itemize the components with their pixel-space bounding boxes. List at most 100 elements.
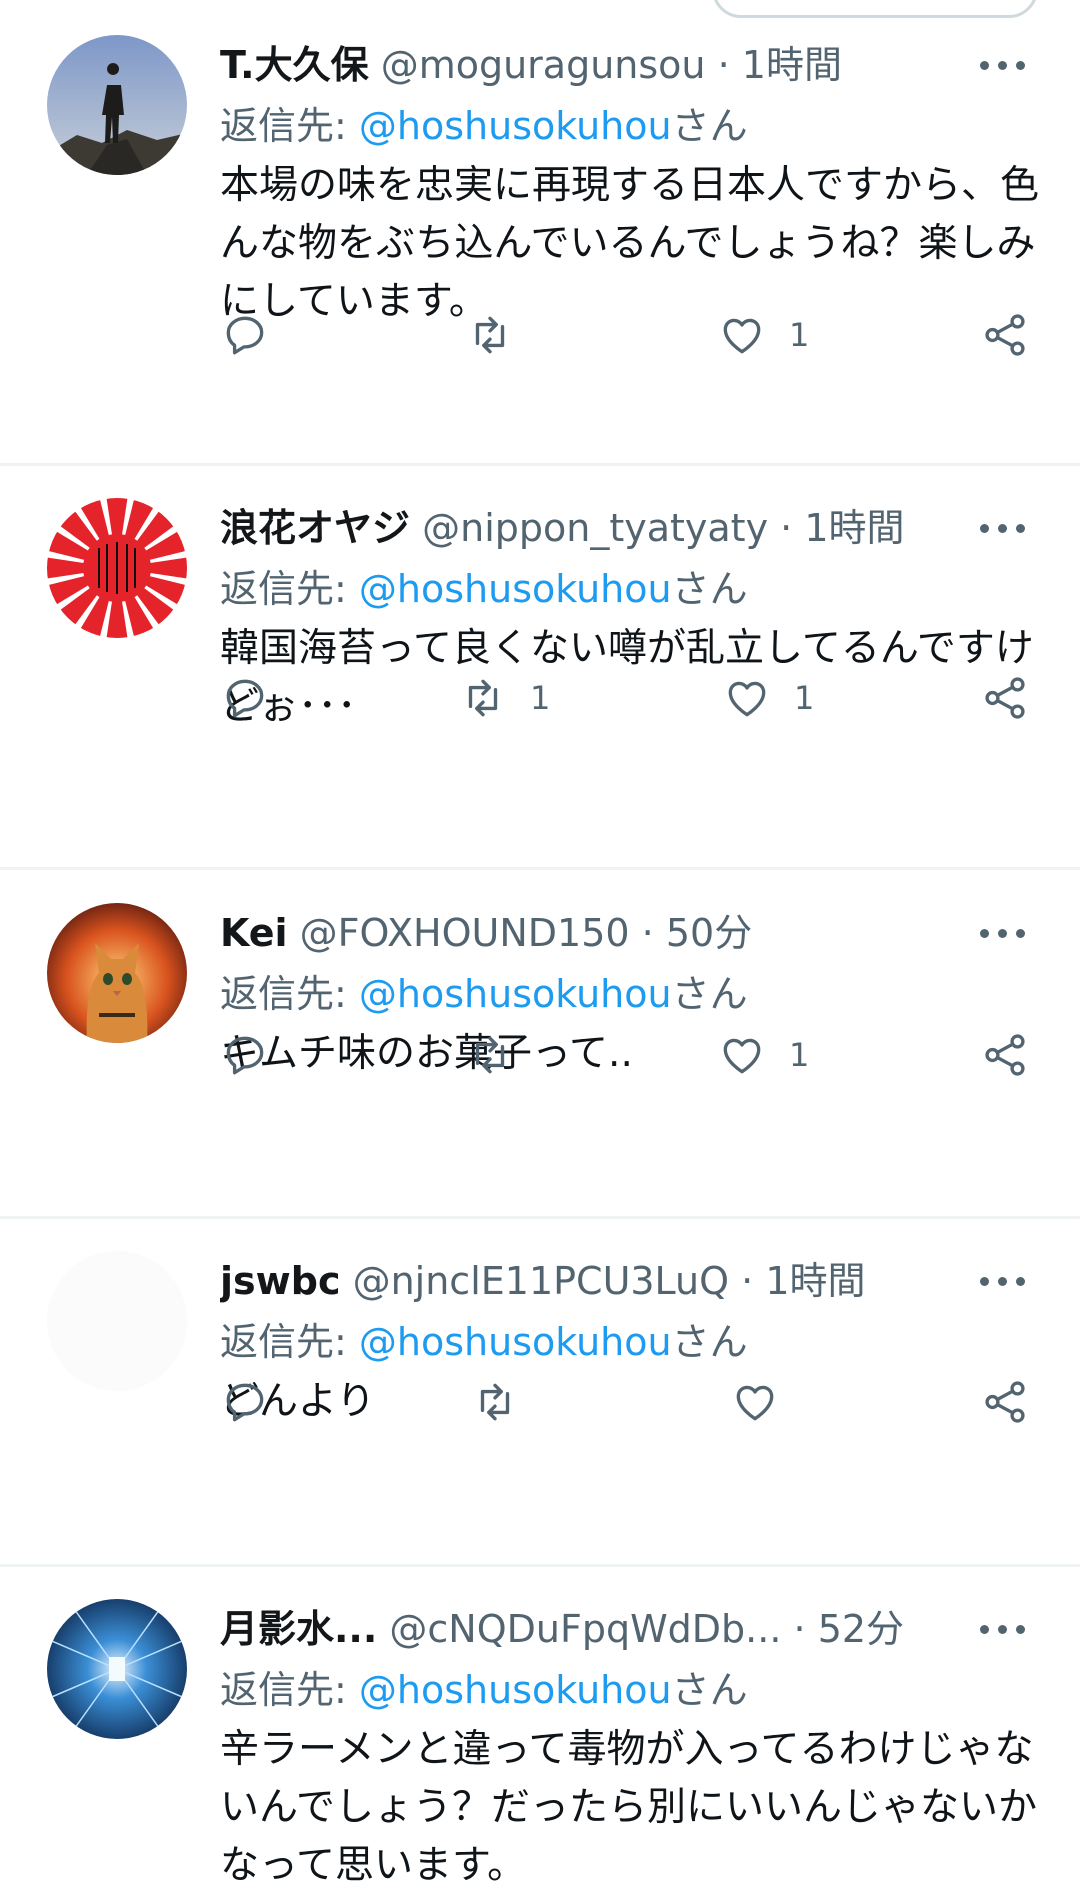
- reply-icon: [226, 316, 264, 355]
- reply-to-prefix: 返信先:: [220, 104, 359, 148]
- reply-button[interactable]: [220, 1372, 292, 1432]
- divider: [0, 1216, 1080, 1219]
- like-count: 1: [789, 316, 810, 354]
- reply-to-prefix: 返信先:: [220, 1668, 359, 1712]
- tweet-actions: 1: [220, 1025, 1040, 1085]
- avatar[interactable]: [47, 1251, 187, 1391]
- separator-dot: ·: [793, 1607, 806, 1651]
- tweet-header: Kei @FOXHOUND150 · 50分: [220, 903, 980, 963]
- avatar[interactable]: [47, 1599, 187, 1739]
- retweet-count: 1: [530, 679, 551, 717]
- reply-button[interactable]: [220, 1025, 292, 1085]
- more-options-icon[interactable]: [980, 1619, 1034, 1639]
- top-button-partial[interactable]: [712, 0, 1038, 18]
- reply-button[interactable]: [220, 668, 292, 728]
- retweet-button[interactable]: [470, 1372, 542, 1432]
- timestamp[interactable]: 1時間: [804, 506, 904, 550]
- display-name[interactable]: T.大久保: [220, 43, 369, 87]
- display-name[interactable]: 月影水...: [220, 1607, 377, 1651]
- separator-dot: ·: [717, 43, 730, 87]
- share-button[interactable]: [980, 668, 1030, 728]
- tweet-header: jswbc @njnclE11PCU3LuQ · 1時間: [220, 1251, 980, 1311]
- share-icon: [985, 1381, 1025, 1423]
- reply-to-line: 返信先: @hoshusokuhouさん: [220, 558, 1040, 620]
- avatar-blank-image: [47, 1251, 187, 1391]
- reply-mention-link[interactable]: @hoshusokuhou: [359, 972, 672, 1016]
- share-icon: [985, 677, 1025, 719]
- tweet-text: 辛ラーメンと違って毒物が入ってるわけじゃないんでしょう？だったら別にいいんじゃな…: [220, 1727, 1038, 1888]
- separator-dot: ·: [641, 911, 654, 955]
- share-button[interactable]: [980, 1025, 1030, 1085]
- reply-icon: [226, 1383, 264, 1422]
- avatar-cat-image: [47, 903, 187, 1043]
- reply-mention-link[interactable]: @hoshusokuhou: [359, 1668, 672, 1712]
- retweet-icon: [475, 316, 505, 354]
- reply-to-suffix: さん: [671, 1320, 748, 1364]
- reply-mention-link[interactable]: @hoshusokuhou: [359, 1320, 672, 1364]
- share-button[interactable]: [980, 305, 1030, 365]
- like-button[interactable]: 1: [717, 305, 809, 365]
- reply-mention-link[interactable]: @hoshusokuhou: [359, 104, 672, 148]
- more-options-icon[interactable]: [980, 923, 1034, 943]
- user-handle[interactable]: @moguragunsou: [381, 43, 706, 87]
- avatar[interactable]: [47, 498, 187, 638]
- share-button[interactable]: [980, 1372, 1030, 1432]
- share-icon: [985, 1034, 1025, 1076]
- user-handle[interactable]: @njnclE11PCU3LuQ: [353, 1259, 729, 1303]
- retweet-icon: [480, 1383, 510, 1421]
- reply-to-prefix: 返信先:: [220, 972, 359, 1016]
- reply-to-line: 返信先: @hoshusokuhouさん: [220, 1311, 1040, 1373]
- like-button[interactable]: 1: [717, 1025, 809, 1085]
- user-handle[interactable]: @nippon_tyatyaty: [422, 506, 768, 550]
- separator-dot: ·: [741, 1259, 754, 1303]
- like-count: 1: [789, 1036, 810, 1074]
- reply-button[interactable]: [220, 305, 292, 365]
- avatar-corridor-image: [47, 1599, 187, 1739]
- reply-to-suffix: さん: [671, 1668, 748, 1712]
- more-options-icon[interactable]: [980, 1271, 1034, 1291]
- more-options-icon[interactable]: [980, 55, 1034, 75]
- display-name[interactable]: 浪花オヤジ: [220, 506, 410, 550]
- heart-icon: [723, 1038, 761, 1074]
- avatar[interactable]: [47, 35, 187, 175]
- divider: [0, 463, 1080, 466]
- divider: [0, 867, 1080, 870]
- timestamp[interactable]: 50分: [666, 911, 752, 955]
- display-name[interactable]: Kei: [220, 911, 288, 955]
- reply-to-line: 返信先: @hoshusokuhouさん: [220, 95, 1040, 157]
- separator-dot: ·: [780, 506, 793, 550]
- heart-icon: [736, 1385, 774, 1421]
- tweet-header: T.大久保 @moguragunsou · 1時間: [220, 35, 980, 95]
- retweet-icon: [468, 679, 498, 717]
- avatar-mountain-image: [47, 35, 187, 175]
- reply-to-line: 返信先: @hoshusokuhouさん: [220, 1659, 1040, 1721]
- tweet-actions: [220, 1372, 1040, 1432]
- reply-to-suffix: さん: [671, 567, 748, 611]
- more-options-icon[interactable]: [980, 518, 1034, 538]
- retweet-button[interactable]: [465, 1025, 537, 1085]
- timestamp[interactable]: 52分: [818, 1607, 904, 1651]
- display-name[interactable]: jswbc: [220, 1259, 340, 1303]
- reply-mention-link[interactable]: @hoshusokuhou: [359, 567, 672, 611]
- reply-to-suffix: さん: [671, 104, 748, 148]
- reply-icon: [226, 1036, 264, 1075]
- avatar[interactable]: [47, 903, 187, 1043]
- tweet-actions: 1 1: [220, 668, 1040, 728]
- reply-to-prefix: 返信先:: [220, 567, 359, 611]
- tweet-actions: 1: [220, 305, 1040, 365]
- timestamp[interactable]: 1時間: [765, 1259, 865, 1303]
- like-button[interactable]: 1: [722, 668, 814, 728]
- like-button[interactable]: [730, 1372, 802, 1432]
- heart-icon: [723, 318, 761, 354]
- retweet-icon: [475, 1036, 505, 1074]
- retweet-button[interactable]: 1: [458, 668, 550, 728]
- user-handle[interactable]: @cNQDuFpqWdDb...: [389, 1607, 781, 1651]
- retweet-button[interactable]: [465, 305, 537, 365]
- reply-icon: [226, 679, 264, 718]
- user-handle[interactable]: @FOXHOUND150: [300, 911, 630, 955]
- timestamp[interactable]: 1時間: [742, 43, 842, 87]
- share-icon: [985, 314, 1025, 356]
- avatar-rising-sun-image: [47, 498, 187, 638]
- like-count: 1: [794, 679, 815, 717]
- divider: [0, 1564, 1080, 1567]
